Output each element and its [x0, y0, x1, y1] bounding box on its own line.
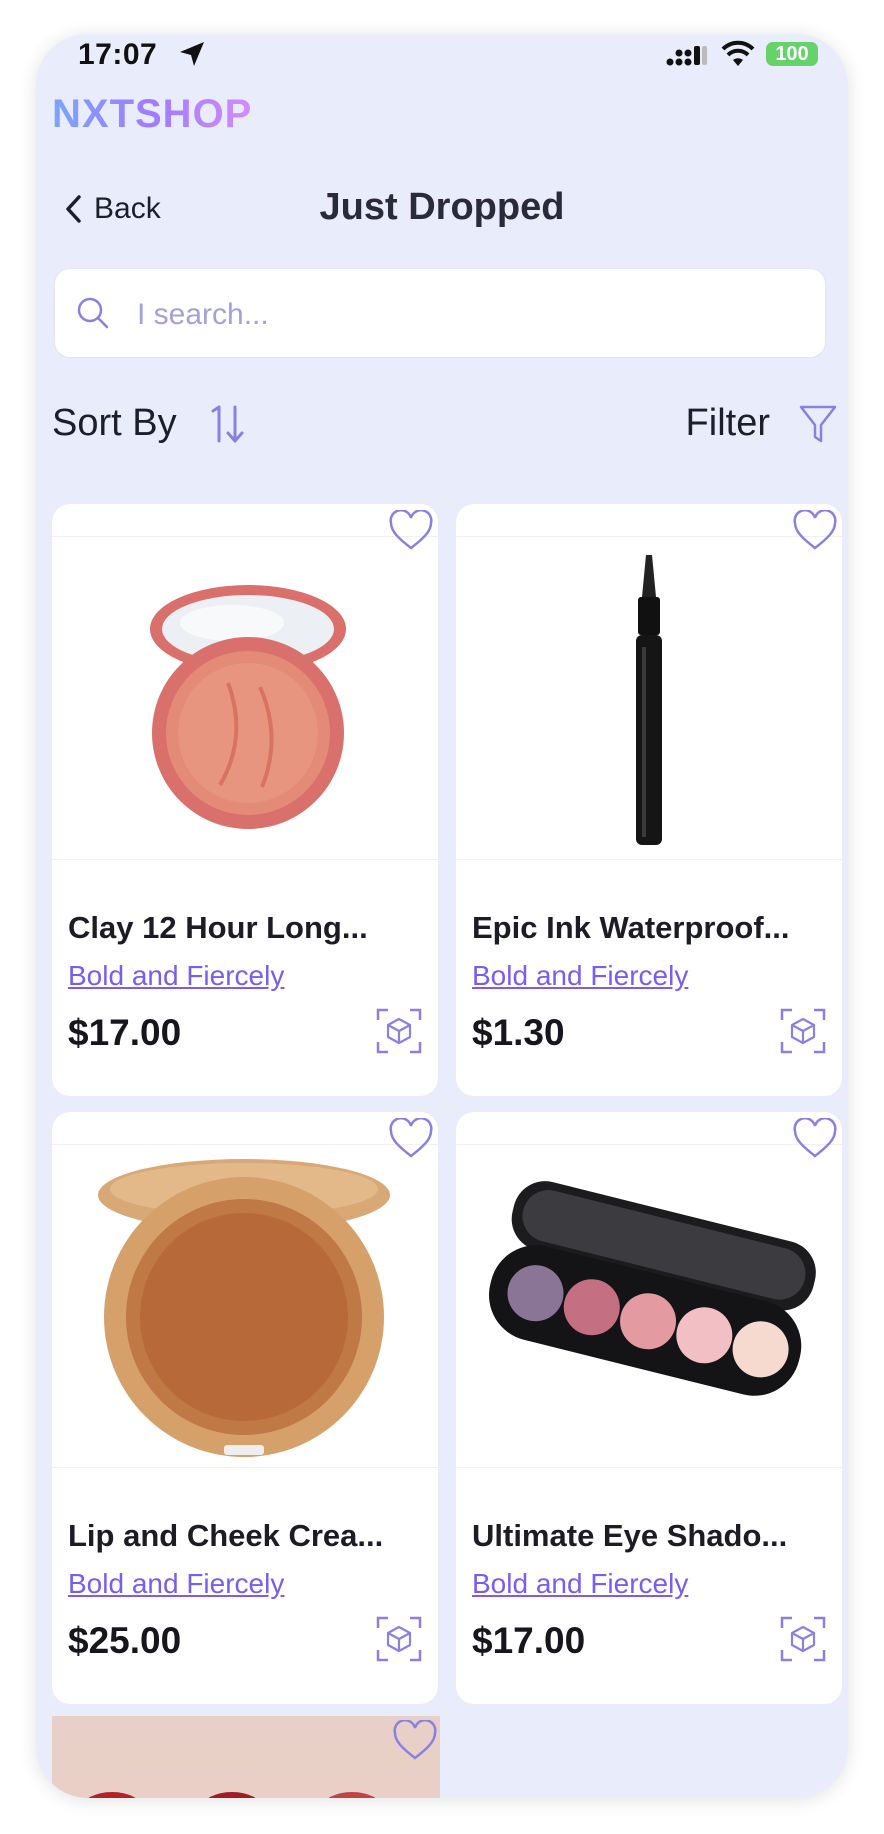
app-logo: NXTSHOP [52, 92, 253, 136]
product-image-eyeshadow [456, 1144, 842, 1468]
product-name: Lip and Cheek Crea... [68, 1518, 384, 1553]
heart-icon[interactable] [392, 1720, 438, 1762]
heart-icon[interactable] [388, 1118, 434, 1160]
sort-label: Sort By [52, 402, 177, 444]
heart-icon[interactable] [792, 1118, 838, 1160]
ar-view-icon[interactable] [780, 1008, 826, 1054]
location-arrow-icon [180, 42, 204, 66]
sort-button[interactable]: Sort By [52, 402, 247, 445]
product-card-partial[interactable] [52, 1716, 440, 1798]
product-brand-link[interactable]: Bold and Fiercely [68, 1568, 284, 1600]
status-time: 17:07 [78, 38, 158, 71]
phone-screen: 17:07 100 NXTSHOP Back Just Dropped I se… [36, 34, 848, 1798]
signal-icon [666, 46, 707, 66]
product-name: Ultimate Eye Shado... [472, 1518, 788, 1553]
product-image-partial [88, 1792, 376, 1798]
product-price: $25.00 [68, 1620, 182, 1661]
product-price: $17.00 [472, 1620, 586, 1661]
heart-icon[interactable] [792, 510, 838, 552]
battery-indicator: 100 [766, 42, 818, 66]
filter-label: Filter [685, 402, 770, 444]
wifi-icon [721, 40, 755, 66]
product-card[interactable]: Epic Ink Waterproof... Bold and Fiercely… [456, 504, 842, 1096]
product-price: $1.30 [472, 1012, 565, 1053]
ar-view-icon[interactable] [780, 1616, 826, 1662]
search-bar [54, 268, 826, 358]
eyeshadow-palette-image [489, 1181, 816, 1396]
product-card[interactable]: Clay 12 Hour Long... Bold and Fiercely $… [52, 504, 438, 1096]
status-bar: 17:07 100 [36, 34, 848, 74]
sort-icon [211, 405, 244, 442]
search-input[interactable] [135, 287, 799, 343]
product-image-eyeliner [456, 536, 842, 860]
product-image-blush [52, 536, 438, 860]
product-brand-link[interactable]: Bold and Fiercely [68, 960, 284, 992]
product-brand-link[interactable]: Bold and Fiercely [472, 960, 688, 992]
product-name: Epic Ink Waterproof... [472, 910, 790, 945]
product-brand-link[interactable]: Bold and Fiercely [472, 1568, 688, 1600]
filter-button[interactable]: Filter [686, 402, 838, 445]
page-title: Just Dropped [319, 186, 565, 228]
bronze-compact-image [98, 1159, 390, 1457]
ar-view-icon[interactable] [376, 1008, 422, 1054]
heart-icon[interactable] [388, 510, 434, 552]
product-image-bronze [52, 1144, 438, 1468]
product-name: Clay 12 Hour Long... [68, 910, 368, 945]
ar-view-icon[interactable] [376, 1616, 422, 1662]
blush-compact-image [150, 585, 346, 829]
product-price: $17.00 [68, 1012, 182, 1053]
product-card[interactable]: Lip and Cheek Crea... Bold and Fiercely … [52, 1112, 438, 1704]
product-card[interactable]: Ultimate Eye Shado... Bold and Fiercely … [456, 1112, 842, 1704]
eyeliner-pen-image [636, 555, 662, 845]
search-icon [77, 297, 109, 329]
filter-icon [799, 405, 837, 442]
